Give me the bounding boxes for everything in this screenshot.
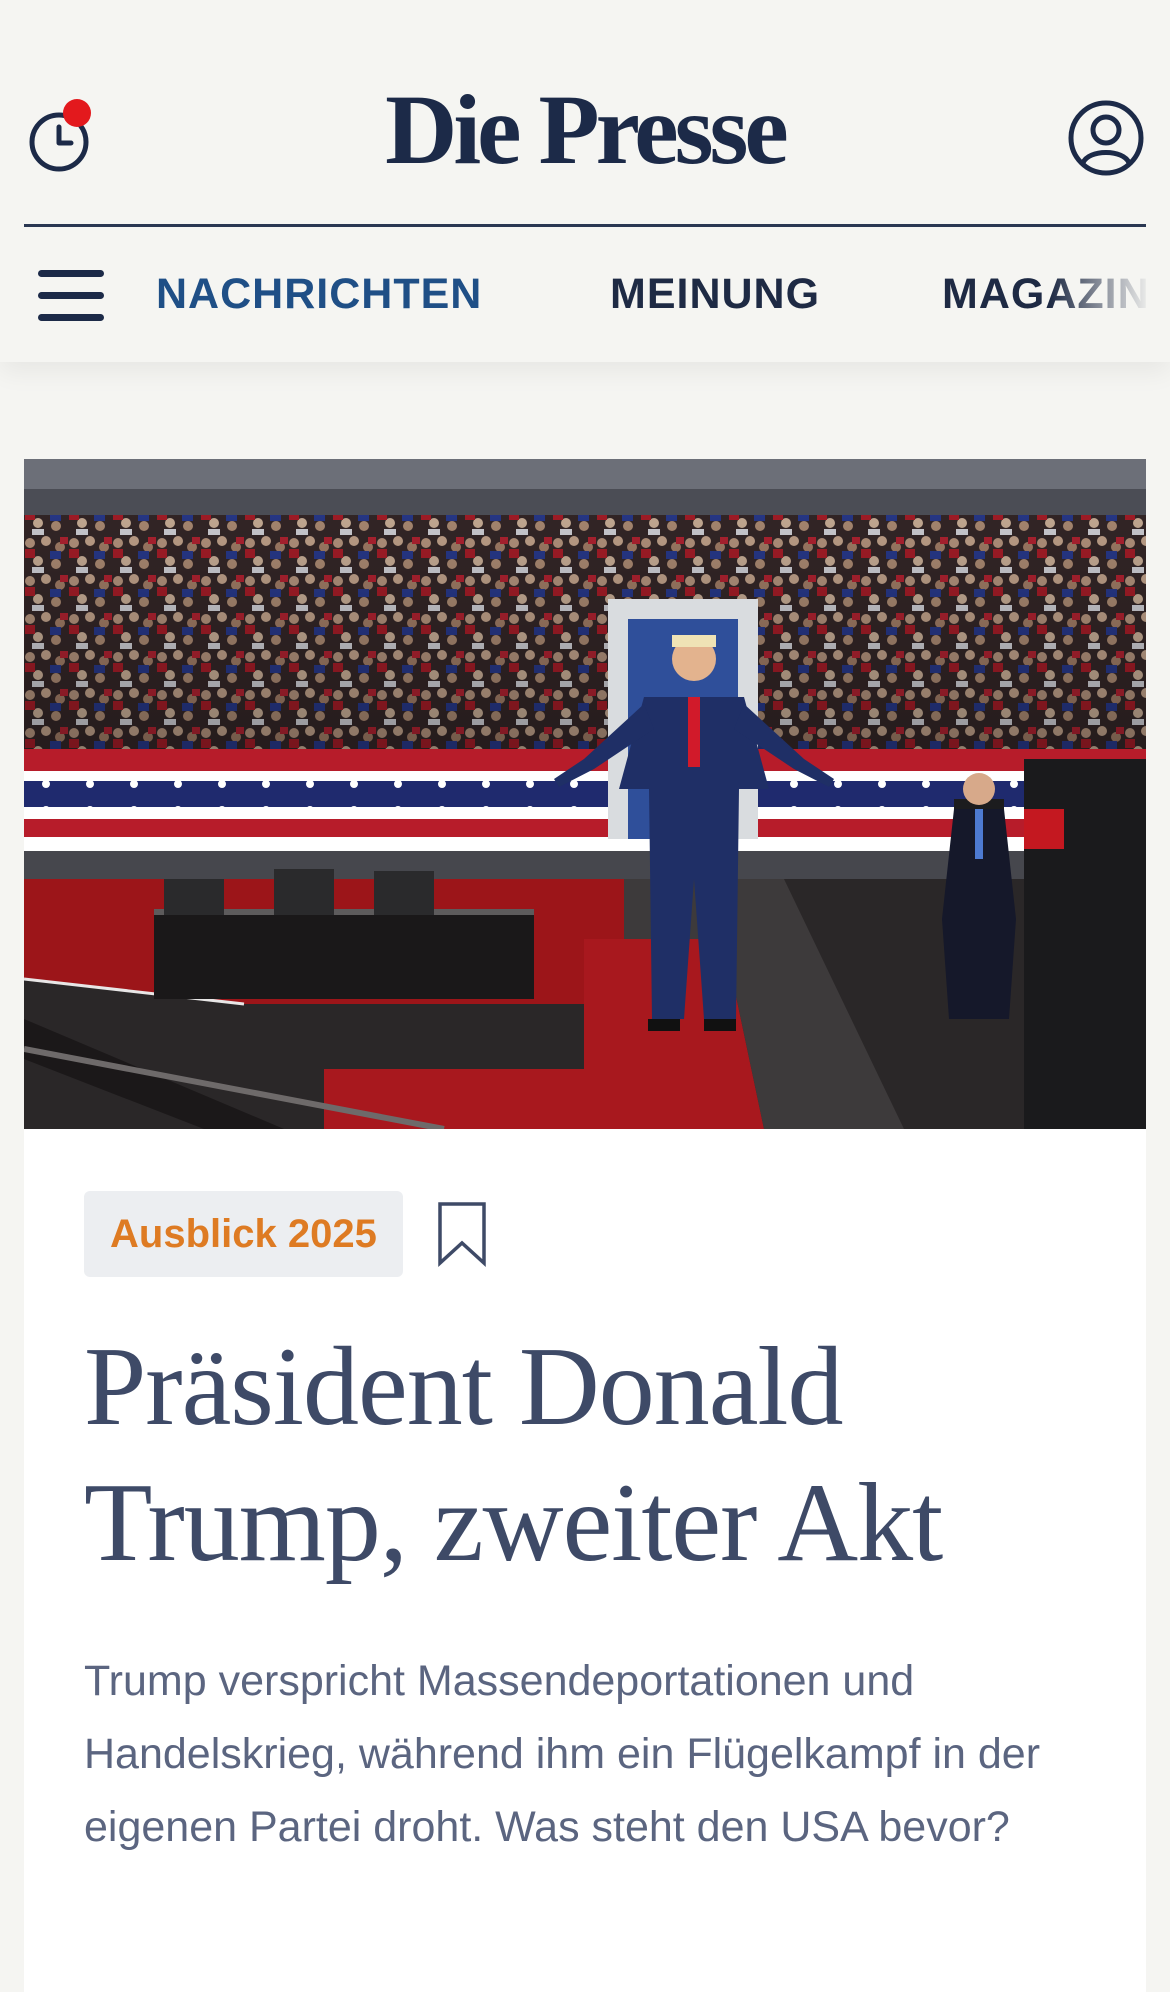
account-button[interactable] — [1066, 98, 1146, 178]
nav-item-meinung[interactable]: MEINUNG — [610, 270, 820, 319]
site-header: Die Presse NACHRICHTEN MEINUNG MAGAZIN — [0, 0, 1170, 362]
site-logo[interactable]: Die Presse — [0, 80, 1170, 180]
menu-button[interactable] — [38, 268, 106, 322]
bookmark-icon — [438, 1202, 486, 1267]
user-icon — [1068, 100, 1144, 176]
bookmark-button[interactable] — [436, 1201, 488, 1267]
article-teaser-card[interactable]: Ausblick 2025 Präsident Donald Trump, zw… — [24, 459, 1146, 1992]
main-navigation: NACHRICHTEN MEINUNG MAGAZIN — [0, 228, 1170, 362]
topic-tag[interactable]: Ausblick 2025 — [84, 1191, 403, 1277]
article-headline[interactable]: Präsident Donald Trump, zweiter Akt — [84, 1319, 1104, 1591]
top-bar: Die Presse — [0, 0, 1170, 226]
hamburger-menu-icon — [38, 270, 104, 277]
nav-scroll-fade — [1050, 228, 1170, 362]
nav-item-nachrichten[interactable]: NACHRICHTEN — [156, 270, 482, 319]
article-lead: Trump verspricht Massendeportationen und… — [84, 1657, 1041, 1851]
hero-image[interactable] — [24, 459, 1146, 1129]
header-divider — [24, 224, 1146, 227]
